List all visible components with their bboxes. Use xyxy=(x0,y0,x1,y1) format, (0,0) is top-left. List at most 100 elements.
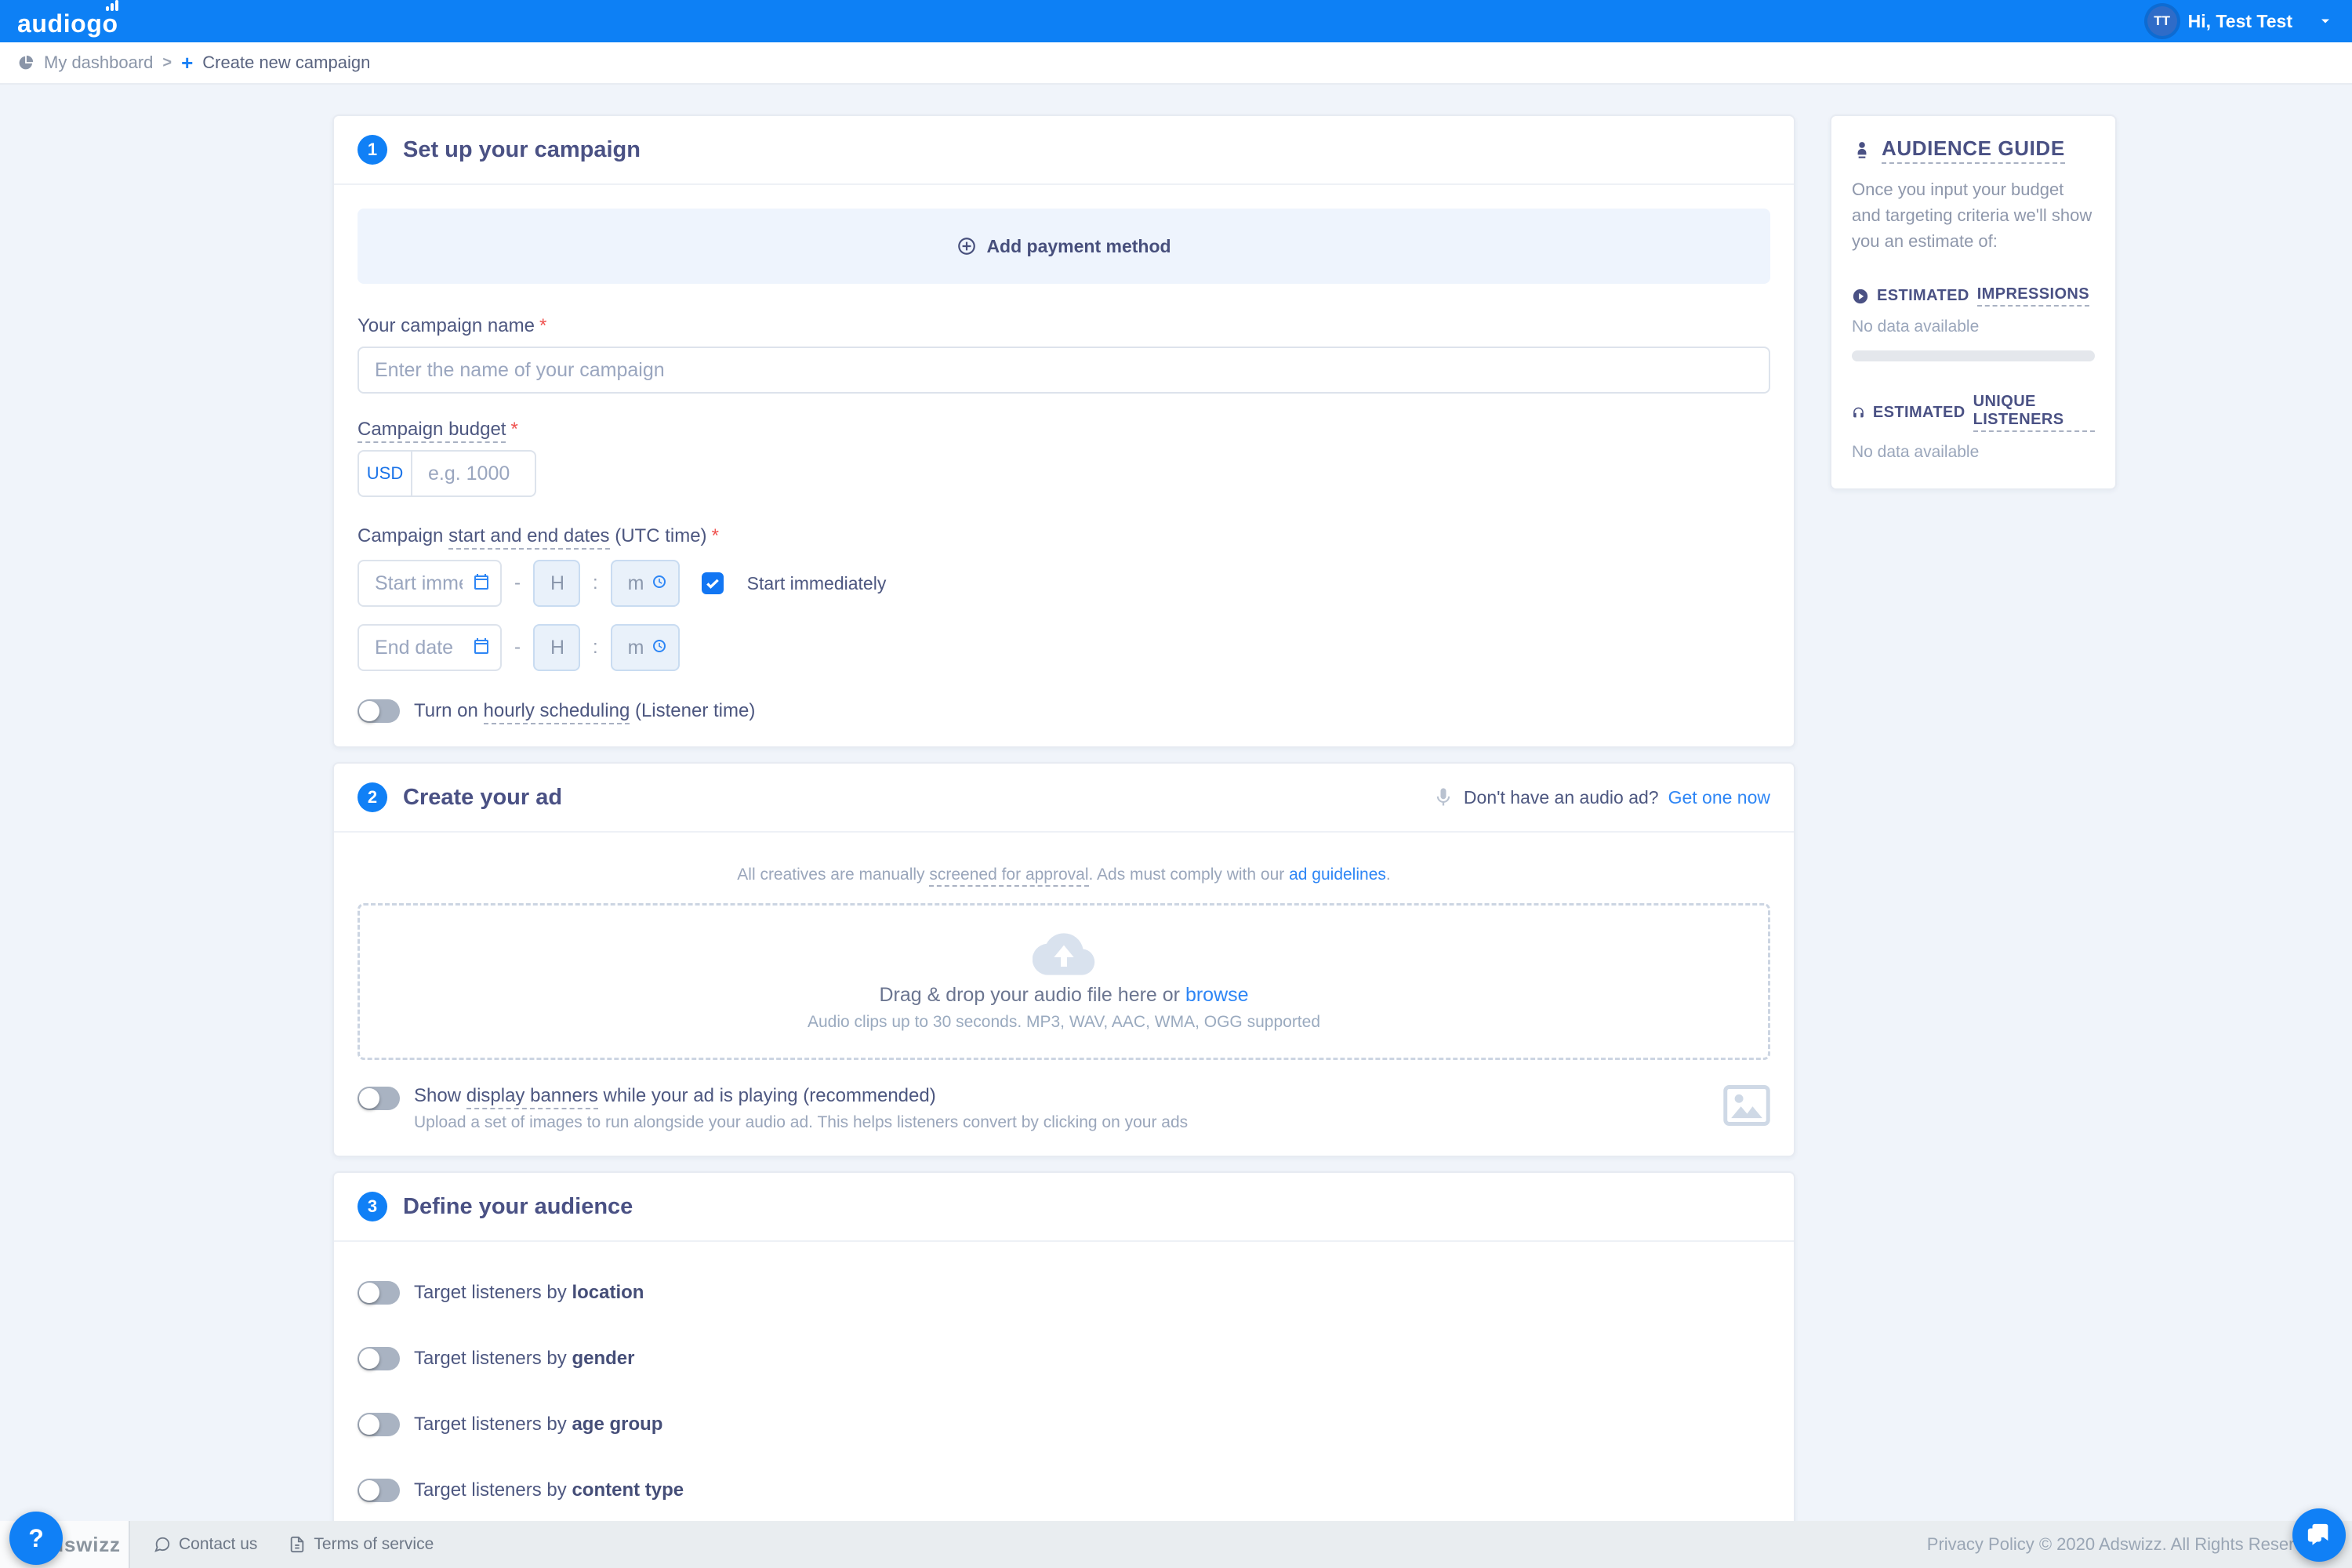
user-menu[interactable]: TT Hi, Test Test xyxy=(2147,6,2335,36)
currency-selector[interactable]: USD xyxy=(358,450,411,497)
audiogo-logo[interactable]: audiogo xyxy=(17,6,118,36)
campaign-dates-label: Campaign start and end dates (UTC time)* xyxy=(358,525,1770,547)
app-header: audiogo TT Hi, Test Test xyxy=(0,0,2352,42)
clock-icon[interactable] xyxy=(650,637,669,655)
no-ad-note: Don't have an audio ad? Get one now xyxy=(1432,786,1770,808)
add-payment-method-button[interactable]: Add payment method xyxy=(956,236,1171,257)
step2-body: All creatives are manually screened for … xyxy=(334,833,1794,1156)
breadcrumb-dashboard[interactable]: My dashboard xyxy=(44,53,153,73)
hourly-scheduling-label: Turn on hourly scheduling (Listener time… xyxy=(414,700,755,722)
footer-links: Contact us Terms of service xyxy=(154,1535,434,1554)
range-separator: - xyxy=(514,572,521,594)
chat-widget-button[interactable] xyxy=(2292,1508,2346,1562)
play-circle-icon xyxy=(1852,288,1869,305)
required-asterisk: * xyxy=(712,525,719,546)
breadcrumb-current: Create new campaign xyxy=(202,53,370,73)
end-hour-input[interactable] xyxy=(533,624,580,671)
campaign-name-input[interactable] xyxy=(358,347,1770,394)
user-greeting: Hi, Test Test xyxy=(2188,11,2292,32)
display-banners-toggle[interactable] xyxy=(358,1087,400,1110)
hourly-scheduling-row: Turn on hourly scheduling (Listener time… xyxy=(358,699,1770,723)
pie-chart-icon xyxy=(17,54,34,71)
target-content-type-toggle[interactable] xyxy=(358,1479,400,1502)
end-minute-field[interactable] xyxy=(611,624,680,671)
breadcrumb-separator-icon: > xyxy=(162,54,172,72)
screening-note: All creatives are manually screened for … xyxy=(358,866,1770,884)
start-hour-input[interactable] xyxy=(533,560,580,607)
audience-guide-description: Once you input your budget and targeting… xyxy=(1852,176,2095,254)
calendar-icon[interactable] xyxy=(472,637,491,655)
step2-card: 2 Create your ad Don't have an audio ad?… xyxy=(332,762,1795,1157)
contact-us-link[interactable]: Contact us xyxy=(154,1535,257,1554)
required-asterisk: * xyxy=(539,315,546,336)
start-minute-input[interactable] xyxy=(611,560,680,607)
campaign-name-label: Your campaign name* xyxy=(358,315,1770,337)
target-content-type-row: Target listeners by content type xyxy=(358,1479,1770,1502)
step3-card: 3 Define your audience Target listeners … xyxy=(332,1171,1795,1549)
breadcrumb: My dashboard > + Create new campaign xyxy=(0,42,2352,85)
display-banners-hint: Upload a set of images to run alongside … xyxy=(414,1113,1188,1132)
step3-body: Target listeners by location Target list… xyxy=(334,1242,1794,1548)
headphones-icon xyxy=(1852,404,1865,421)
step1-title: Set up your campaign xyxy=(403,137,641,163)
start-date-row: - : Start immediately xyxy=(358,560,1770,607)
cloud-upload-icon xyxy=(1033,932,1095,976)
help-button[interactable]: ? xyxy=(9,1512,63,1565)
terms-of-service-link[interactable]: Terms of service xyxy=(289,1535,434,1554)
calendar-icon[interactable] xyxy=(472,572,491,591)
step2-header: 2 Create your ad Don't have an audio ad?… xyxy=(334,764,1794,831)
target-location-toggle[interactable] xyxy=(358,1281,400,1305)
time-separator: : xyxy=(593,572,598,594)
time-separator: : xyxy=(593,637,598,659)
budget-group: USD xyxy=(358,450,1770,497)
chevron-down-icon[interactable] xyxy=(2316,12,2335,31)
display-banners-texts: Show display banners while your ad is pl… xyxy=(414,1085,1188,1132)
budget-input[interactable] xyxy=(411,450,536,497)
step3-badge: 3 xyxy=(358,1192,387,1221)
estimated-impressions-heading: ESTIMATED IMPRESSIONS xyxy=(1852,285,2095,307)
target-age-group-row: Target listeners by age group xyxy=(358,1413,1770,1436)
target-gender-toggle[interactable] xyxy=(358,1347,400,1370)
audio-dropzone[interactable]: Drag & drop your audio file here or brow… xyxy=(358,903,1770,1060)
audio-bars-icon xyxy=(106,0,118,11)
no-ad-text: Don't have an audio ad? xyxy=(1464,787,1659,808)
step1-body: Add payment method Your campaign name* C… xyxy=(334,185,1794,746)
impressions-status: No data available xyxy=(1852,318,2095,336)
audience-guide-title: AUDIENCE GUIDE xyxy=(1882,136,2065,164)
start-date-field[interactable] xyxy=(358,560,502,607)
document-icon xyxy=(289,1536,306,1553)
estimated-listeners-heading: ESTIMATED UNIQUE LISTENERS xyxy=(1852,393,2095,432)
check-icon xyxy=(705,575,720,591)
clock-icon[interactable] xyxy=(650,572,669,591)
plus-circle-icon xyxy=(956,236,977,256)
chat-bubble-icon xyxy=(154,1536,171,1553)
impressions-progress-bar xyxy=(1852,350,2095,361)
step1-header: 1 Set up your campaign xyxy=(334,116,1794,183)
start-immediately-label: Start immediately xyxy=(747,573,887,594)
range-separator: - xyxy=(514,637,521,659)
ad-guidelines-link[interactable]: ad guidelines xyxy=(1289,866,1386,884)
browse-link[interactable]: browse xyxy=(1185,984,1249,1006)
avatar: TT xyxy=(2147,6,2177,36)
person-icon xyxy=(1852,140,1872,161)
required-asterisk: * xyxy=(510,419,517,440)
target-age-group-toggle[interactable] xyxy=(358,1413,400,1436)
end-minute-input[interactable] xyxy=(611,624,680,671)
image-placeholder-icon xyxy=(1723,1085,1770,1132)
display-banners-row: Show display banners while your ad is pl… xyxy=(358,1085,1770,1132)
step1-badge: 1 xyxy=(358,135,387,165)
chat-icon xyxy=(2306,1522,2332,1548)
display-banners-label: Show display banners while your ad is pl… xyxy=(414,1085,1188,1107)
audience-guide-card: AUDIENCE GUIDE Once you input your budge… xyxy=(1830,114,2117,490)
target-gender-row: Target listeners by gender xyxy=(358,1347,1770,1370)
start-minute-field[interactable] xyxy=(611,560,680,607)
step3-header: 3 Define your audience xyxy=(334,1173,1794,1240)
page: audiogo TT Hi, Test Test My dashboard > … xyxy=(0,0,2352,1568)
get-one-now-link[interactable]: Get one now xyxy=(1668,787,1770,808)
hourly-scheduling-toggle[interactable] xyxy=(358,699,400,723)
logo-text: audiogo xyxy=(17,9,118,38)
drop-text: Drag & drop your audio file here or brow… xyxy=(879,984,1248,1007)
sidebar: AUDIENCE GUIDE Once you input your budge… xyxy=(1830,114,2117,490)
start-immediately-checkbox[interactable] xyxy=(702,572,724,594)
end-date-field[interactable] xyxy=(358,624,502,671)
